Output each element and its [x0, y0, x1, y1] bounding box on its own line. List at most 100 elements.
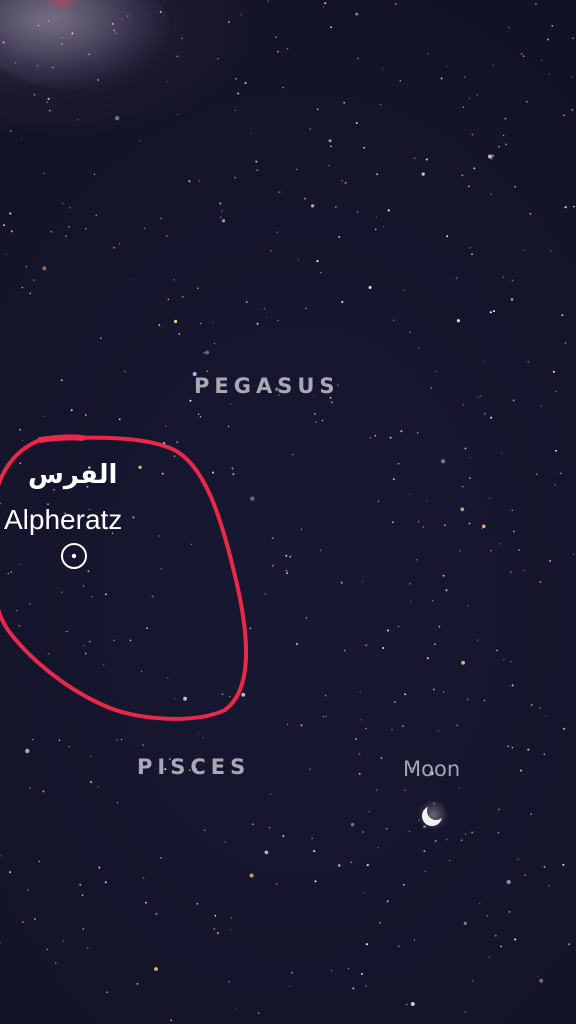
star — [158, 324, 161, 326]
star-name-arabic[interactable]: الفرس — [28, 460, 117, 490]
star — [161, 472, 164, 475]
star — [197, 287, 199, 289]
star — [282, 835, 285, 838]
star — [9, 212, 12, 215]
star — [264, 850, 269, 855]
star — [228, 981, 230, 983]
star — [196, 902, 199, 905]
star — [496, 649, 498, 652]
star — [229, 695, 231, 698]
star — [58, 739, 61, 742]
star — [46, 101, 49, 103]
star — [98, 866, 101, 869]
star — [358, 772, 361, 775]
constellation-label-pisces[interactable]: PISCES — [137, 755, 250, 779]
star — [449, 859, 451, 862]
star — [530, 704, 533, 706]
star — [417, 347, 420, 349]
star — [402, 725, 404, 728]
star — [10, 230, 13, 233]
star — [55, 962, 57, 964]
star — [314, 880, 317, 883]
star — [82, 585, 85, 587]
star — [417, 432, 419, 434]
star-name-alpheratz[interactable]: Alpheratz — [4, 504, 122, 536]
star — [488, 956, 490, 958]
star — [97, 79, 100, 81]
star — [255, 160, 258, 163]
star — [442, 574, 445, 577]
star — [81, 894, 84, 896]
star — [561, 314, 564, 317]
star — [394, 3, 397, 5]
star — [512, 530, 515, 533]
star — [524, 874, 526, 876]
star — [151, 595, 154, 598]
sky-view[interactable]: PEGASUS PISCES Moon الفرس Alpheratz — [0, 0, 576, 1024]
star — [360, 719, 362, 721]
star — [130, 279, 132, 281]
star — [170, 1019, 173, 1022]
star — [572, 553, 575, 556]
star — [504, 117, 507, 120]
star — [328, 139, 332, 143]
star — [249, 873, 254, 878]
star — [62, 36, 63, 38]
star — [316, 260, 319, 263]
star — [221, 210, 223, 212]
star — [146, 627, 148, 630]
star — [314, 413, 316, 415]
star — [300, 528, 303, 530]
star — [136, 982, 139, 985]
star — [464, 76, 466, 78]
star — [572, 37, 574, 39]
star — [530, 813, 532, 815]
star — [234, 176, 236, 179]
star — [355, 12, 359, 16]
star — [94, 173, 96, 175]
star — [20, 138, 22, 140]
star — [405, 1003, 408, 1006]
star — [441, 459, 446, 464]
star — [62, 940, 65, 943]
star — [563, 114, 565, 117]
star — [505, 143, 508, 146]
star — [115, 32, 118, 35]
crescent-moon-icon[interactable] — [418, 800, 448, 830]
star — [422, 526, 425, 529]
star — [430, 387, 433, 389]
star — [321, 419, 324, 422]
moon-label[interactable]: Moon — [403, 757, 460, 781]
star — [494, 934, 497, 937]
star — [352, 987, 355, 990]
star — [129, 639, 132, 642]
star — [212, 322, 214, 324]
star — [408, 493, 410, 495]
star — [537, 976, 539, 977]
star — [366, 864, 369, 867]
star — [500, 945, 502, 948]
star — [404, 693, 407, 696]
star — [487, 154, 492, 159]
star — [545, 716, 547, 718]
star — [188, 180, 191, 183]
star — [42, 790, 45, 793]
star — [142, 877, 145, 879]
star — [382, 67, 384, 69]
star — [295, 643, 299, 646]
star — [410, 600, 412, 602]
star-target-icon[interactable] — [60, 542, 88, 570]
constellation-label-pegasus[interactable]: PEGASUS — [194, 374, 340, 398]
star — [305, 616, 308, 619]
star — [28, 602, 31, 605]
star — [464, 833, 467, 835]
star — [190, 543, 193, 546]
star — [38, 860, 40, 863]
star — [285, 554, 288, 557]
star — [69, 207, 71, 209]
star — [548, 73, 550, 75]
star — [244, 81, 247, 85]
star — [391, 728, 393, 731]
star — [517, 858, 519, 861]
star — [378, 921, 381, 924]
